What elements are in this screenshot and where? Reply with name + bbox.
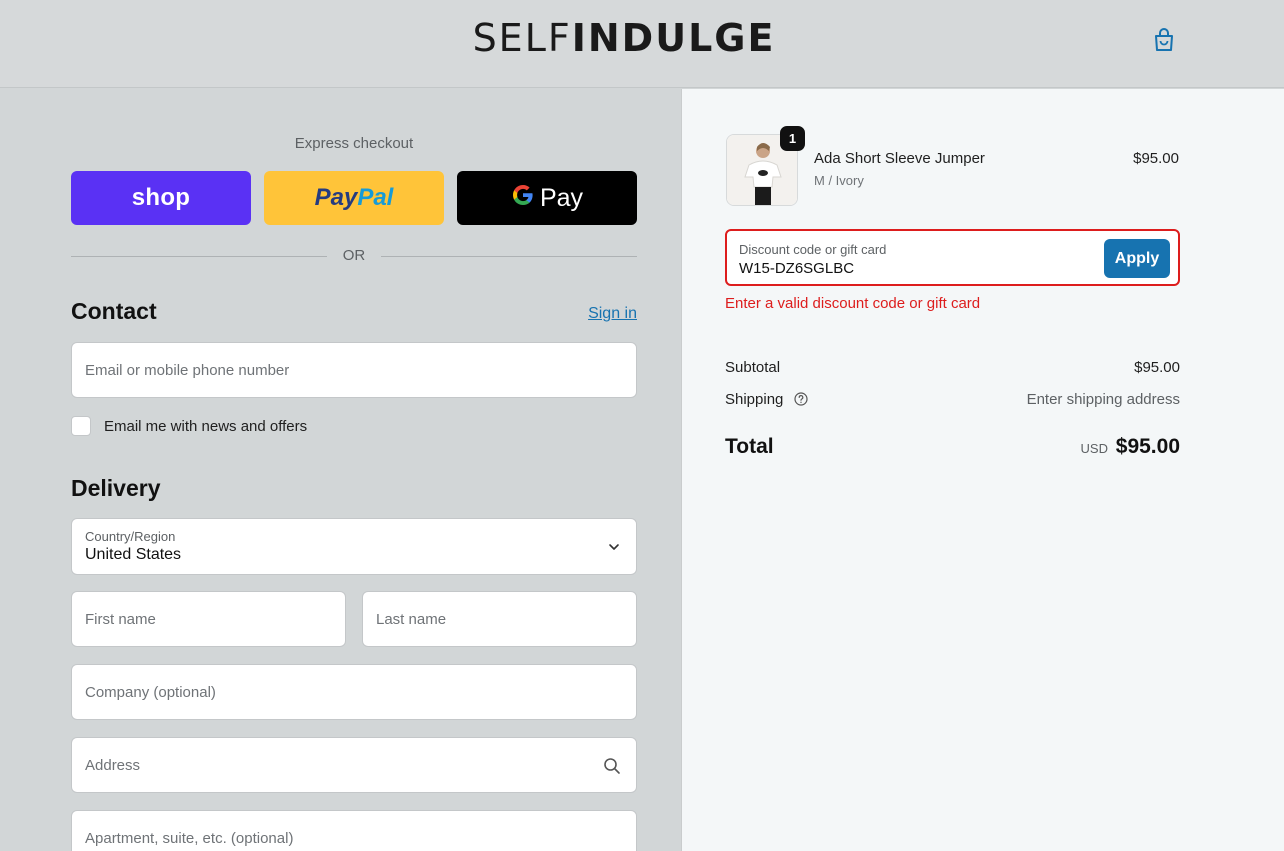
google-pay-label: Pay [539,183,584,212]
google-pay-button[interactable]: Pay [457,171,637,225]
paypal-label-pay: Pay [314,184,358,211]
first-name-field-wrapper [71,591,346,647]
country-label: Country/Region [85,529,176,544]
subtotal-label: Subtotal [725,359,781,376]
company-field[interactable] [72,665,636,719]
newsletter-checkbox[interactable] [71,416,91,436]
paypal-button[interactable]: Pay Pal [264,171,444,225]
search-icon[interactable] [602,756,622,776]
apply-button[interactable]: Apply [1104,239,1170,278]
order-summary-panel: 1 Ada Short Sleeve Jumper M / Ivory $95.… [681,89,1284,851]
country-select[interactable]: Country/Region United States [71,518,637,575]
company-field-wrapper [71,664,637,720]
product-name: Ada Short Sleeve Jumper [814,150,985,167]
express-checkout-label: Express checkout [294,135,414,152]
last-name-field[interactable] [363,592,636,646]
discount-input[interactable] [739,260,1079,277]
discount-label: Discount code or gift card [739,242,887,257]
or-divider: OR [71,247,637,267]
brand-logo[interactable]: SELFINDULGE [458,16,790,60]
total-value: $95.00 [1115,435,1180,458]
or-label: OR [342,247,366,264]
divider-line-right [381,256,637,257]
paypal-label-pal: Pal [357,184,394,211]
chevron-down-icon [606,539,622,555]
divider-line-left [71,256,327,257]
brand-logo-right: INDULGE [571,16,776,60]
newsletter-option: Email me with news and offers [71,414,307,438]
shop-pay-button[interactable]: shop [71,171,251,225]
address-field-wrapper [71,737,637,793]
country-value: United States [85,546,182,563]
delivery-heading: Delivery [71,475,161,501]
google-g-icon [511,183,535,214]
total-label: Total [725,435,774,458]
last-name-field-wrapper [362,591,637,647]
help-circle-icon[interactable] [793,392,808,406]
apartment-field[interactable] [72,811,636,851]
address-field[interactable] [72,738,636,792]
newsletter-label: Email me with news and offers [104,417,308,435]
sign-in-link[interactable]: Sign in [560,305,637,323]
shop-pay-label: shop [131,184,191,211]
apartment-field-wrapper [71,810,637,851]
quantity-badge: 1 [780,126,805,151]
shipping-label: Shipping [725,391,784,408]
product-variant: M / Ivory [814,173,864,188]
email-field-wrapper [71,342,637,398]
discount-field-wrapper: Discount code or gift card Apply [725,229,1180,286]
checkout-form-panel: Express checkout shop Pay Pal Pay OR Cont… [0,89,681,851]
contact-heading: Contact [71,298,157,324]
shopping-bag-icon[interactable] [1152,27,1176,53]
discount-error-message: Enter a valid discount code or gift card [725,295,981,312]
brand-logo-left: SELF [472,16,572,60]
shipping-label-row: Shipping [725,391,808,408]
subtotal-value: $95.00 [1134,359,1180,376]
shipping-value: Enter shipping address [1026,391,1180,408]
product-price: $95.00 [1133,150,1179,167]
email-field[interactable] [72,343,636,397]
site-header: SELFINDULGE [0,0,1284,88]
total-currency: USD [1080,441,1108,456]
first-name-field[interactable] [72,592,345,646]
